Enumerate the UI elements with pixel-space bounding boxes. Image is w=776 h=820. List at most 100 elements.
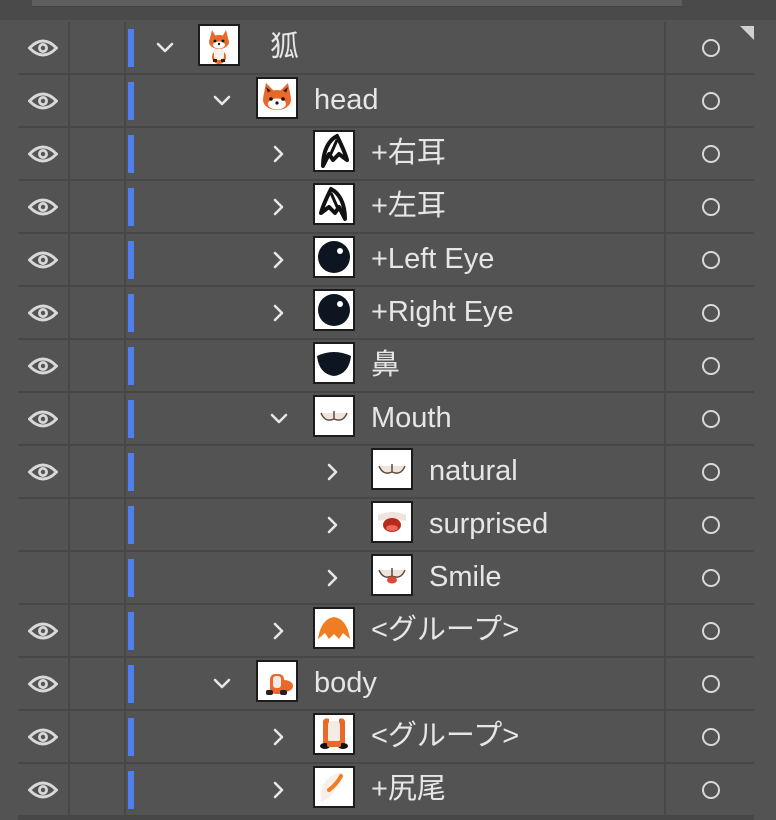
lock-toggle[interactable] — [70, 340, 126, 391]
target-circle-icon — [702, 568, 720, 587]
layer-name[interactable]: +Left Eye — [371, 234, 494, 285]
visibility-toggle[interactable] — [18, 181, 70, 232]
visibility-toggle[interactable] — [18, 552, 70, 603]
chevron-down-icon[interactable] — [153, 22, 177, 73]
layer-thumbnail — [313, 766, 355, 808]
eye-icon — [28, 250, 58, 270]
lock-toggle[interactable] — [70, 181, 126, 232]
lock-toggle[interactable] — [70, 128, 126, 179]
visibility-toggle[interactable] — [18, 711, 70, 762]
target-toggle[interactable] — [664, 499, 756, 550]
visibility-toggle[interactable] — [18, 287, 70, 338]
panel-top-strip — [0, 0, 776, 20]
visibility-toggle[interactable] — [18, 764, 70, 815]
layer-row[interactable]: +左耳 — [18, 181, 754, 234]
target-toggle[interactable] — [664, 393, 756, 444]
layer-name[interactable]: <グループ> — [371, 605, 519, 656]
target-toggle[interactable] — [664, 552, 756, 603]
lock-toggle[interactable] — [70, 393, 126, 444]
layer-name[interactable]: natural — [429, 446, 518, 497]
layer-row[interactable]: +Right Eye — [18, 287, 754, 340]
visibility-toggle[interactable] — [18, 128, 70, 179]
chevron-down-icon[interactable] — [210, 75, 234, 126]
visibility-toggle[interactable] — [18, 393, 70, 444]
lock-toggle[interactable] — [70, 658, 126, 709]
target-toggle[interactable] — [664, 287, 756, 338]
target-toggle[interactable] — [664, 658, 756, 709]
layer-row[interactable]: 狐 — [18, 22, 754, 75]
visibility-toggle[interactable] — [18, 22, 70, 73]
visibility-toggle[interactable] — [18, 446, 70, 497]
target-toggle[interactable] — [664, 128, 756, 179]
layer-row[interactable]: head — [18, 75, 754, 128]
lock-toggle[interactable] — [70, 234, 126, 285]
layer-name[interactable]: <グループ> — [371, 711, 519, 762]
visibility-toggle[interactable] — [18, 234, 70, 285]
layer-name[interactable]: +右耳 — [371, 128, 446, 179]
chevron-right-icon[interactable] — [321, 446, 345, 497]
visibility-toggle[interactable] — [18, 658, 70, 709]
layer-row[interactable]: 鼻 — [18, 340, 754, 393]
lock-toggle[interactable] — [70, 711, 126, 762]
layer-name[interactable]: 鼻 — [371, 340, 400, 391]
target-toggle[interactable] — [664, 605, 756, 656]
lock-toggle[interactable] — [70, 605, 126, 656]
chevron-right-icon[interactable] — [267, 128, 291, 179]
layer-row[interactable]: <グループ> — [18, 605, 754, 658]
visibility-toggle[interactable] — [18, 75, 70, 126]
layer-name[interactable]: +Right Eye — [371, 287, 514, 338]
target-toggle[interactable] — [664, 234, 756, 285]
chevron-right-icon[interactable] — [267, 234, 291, 285]
layer-row[interactable]: surprised — [18, 499, 754, 552]
layer-name[interactable]: Smile — [429, 552, 502, 603]
layer-name[interactable]: +左耳 — [371, 181, 446, 232]
chevron-right-icon[interactable] — [267, 605, 291, 656]
target-toggle[interactable] — [664, 75, 756, 126]
lock-toggle[interactable] — [70, 446, 126, 497]
layer-row[interactable]: Mouth — [18, 393, 754, 446]
visibility-toggle[interactable] — [18, 499, 70, 550]
lock-toggle[interactable] — [70, 499, 126, 550]
layer-thumbnail — [313, 130, 355, 172]
layer-row[interactable]: +尻尾 — [18, 764, 754, 817]
target-toggle[interactable] — [664, 764, 756, 815]
layer-row[interactable]: +右耳 — [18, 128, 754, 181]
layer-row[interactable]: natural — [18, 446, 754, 499]
chevron-down-icon[interactable] — [210, 658, 234, 709]
lock-toggle[interactable] — [70, 287, 126, 338]
layer-row[interactable]: +Left Eye — [18, 234, 754, 287]
lock-toggle[interactable] — [70, 552, 126, 603]
layer-name[interactable]: body — [314, 658, 377, 709]
layer-name[interactable]: Mouth — [371, 393, 452, 444]
layer-thumbnail — [198, 24, 240, 66]
layer-thumbnail — [313, 289, 355, 331]
target-toggle[interactable] — [664, 181, 756, 232]
target-toggle[interactable] — [664, 711, 756, 762]
visibility-toggle[interactable] — [18, 605, 70, 656]
visibility-toggle[interactable] — [18, 340, 70, 391]
layer-thumbnail — [313, 236, 355, 278]
layer-row[interactable]: <グループ> — [18, 711, 754, 764]
chevron-right-icon[interactable] — [267, 764, 291, 815]
target-circle-icon — [702, 38, 720, 57]
layer-row[interactable]: Smile — [18, 552, 754, 605]
lock-toggle[interactable] — [70, 75, 126, 126]
layer-name[interactable]: surprised — [429, 499, 548, 550]
eye-icon — [28, 38, 58, 58]
chevron-right-icon[interactable] — [267, 181, 291, 232]
target-toggle[interactable] — [664, 340, 756, 391]
layer-name[interactable]: +尻尾 — [371, 764, 446, 815]
layer-name[interactable]: head — [314, 75, 379, 126]
chevron-down-icon[interactable] — [267, 393, 291, 444]
lock-toggle[interactable] — [70, 764, 126, 815]
chevron-right-icon[interactable] — [321, 499, 345, 550]
lock-toggle[interactable] — [70, 22, 126, 73]
eye-icon — [28, 409, 58, 429]
target-circle-icon — [702, 727, 720, 746]
chevron-right-icon[interactable] — [321, 552, 345, 603]
chevron-right-icon[interactable] — [267, 287, 291, 338]
target-toggle[interactable] — [664, 446, 756, 497]
chevron-right-icon[interactable] — [267, 711, 291, 762]
layer-name[interactable]: 狐 — [270, 22, 299, 73]
layer-row[interactable]: body — [18, 658, 754, 711]
